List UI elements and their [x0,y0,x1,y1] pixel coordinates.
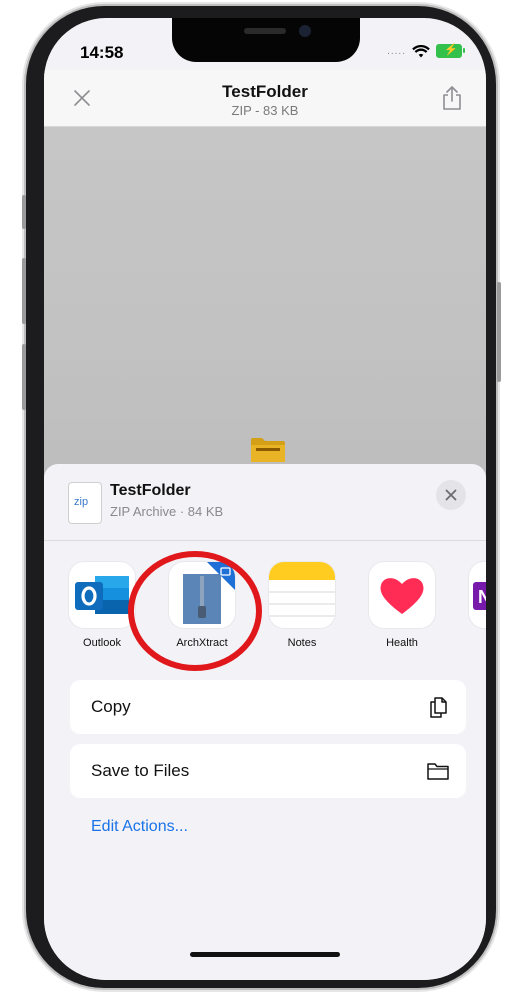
folder-icon [427,763,449,780]
preview-subtitle: ZIP - 83 KB [231,103,299,118]
front-camera [299,25,311,37]
status-time: 14:58 [80,43,124,62]
app-health[interactable]: Health [362,562,442,649]
volume-up-button [22,258,26,324]
battery-icon: ⚡ [436,44,465,58]
share-sheet-header: zip TestFolder ZIP Archive · 84 KB [44,464,486,541]
share-sheet-title: TestFolder [110,482,191,499]
outlook-icon [69,562,135,628]
zip-file-icon: zip [68,482,102,524]
zip-folder-icon [251,438,285,462]
svg-text:N: N [478,587,486,607]
app-onenote[interactable]: N O [462,562,486,649]
share-sheet-subtitle: ZIP Archive · 84 KB [110,504,224,519]
power-button [497,282,501,382]
status-icons: ..... ⚡ [387,44,465,58]
onenote-icon: N [469,562,486,628]
app-label-health: Health [386,637,418,649]
copy-action[interactable]: Copy [70,680,466,734]
edit-actions-link[interactable]: Edit Actions... [91,818,188,836]
archxtract-icon [169,562,235,628]
copy-action-label: Copy [91,697,131,716]
mute-switch [22,195,26,229]
earpiece-speaker [244,28,286,34]
notes-icon [269,562,335,628]
health-icon [369,562,435,628]
save-to-files-action[interactable]: Save to Files [70,744,466,798]
app-label-outlook: Outlook [83,637,121,649]
app-label-archxtract: ArchXtract [176,637,228,649]
copy-icon [430,697,447,718]
volume-down-button [22,344,26,410]
app-label-notes: Notes [287,637,317,649]
share-sheet: zip TestFolder ZIP Archive · 84 KB Outlo… [44,464,486,980]
zip-file-badge: zip [74,496,89,508]
preview-header: TestFolder ZIP - 83 KB [44,70,486,127]
signal-icon: ..... [387,45,406,57]
close-icon [445,489,457,501]
phone-screen: 14:58 ..... ⚡ TestFolder ZIP - 83 KB zip… [44,18,486,980]
home-indicator[interactable] [190,952,340,957]
notch [172,18,360,62]
share-sheet-close-button[interactable] [436,480,466,510]
app-archxtract[interactable]: ArchXtract [162,562,242,649]
wifi-icon [412,44,430,57]
share-icon[interactable] [440,84,464,112]
app-outlook[interactable]: Outlook [62,562,142,649]
preview-area [44,126,486,486]
share-apps-row: Outlook ArchXtract Notes Health N [44,562,486,662]
app-label-onenote: O [462,637,486,649]
preview-title: TestFolder [222,82,308,101]
app-notes[interactable]: Notes [262,562,342,649]
save-to-files-label: Save to Files [91,761,190,780]
